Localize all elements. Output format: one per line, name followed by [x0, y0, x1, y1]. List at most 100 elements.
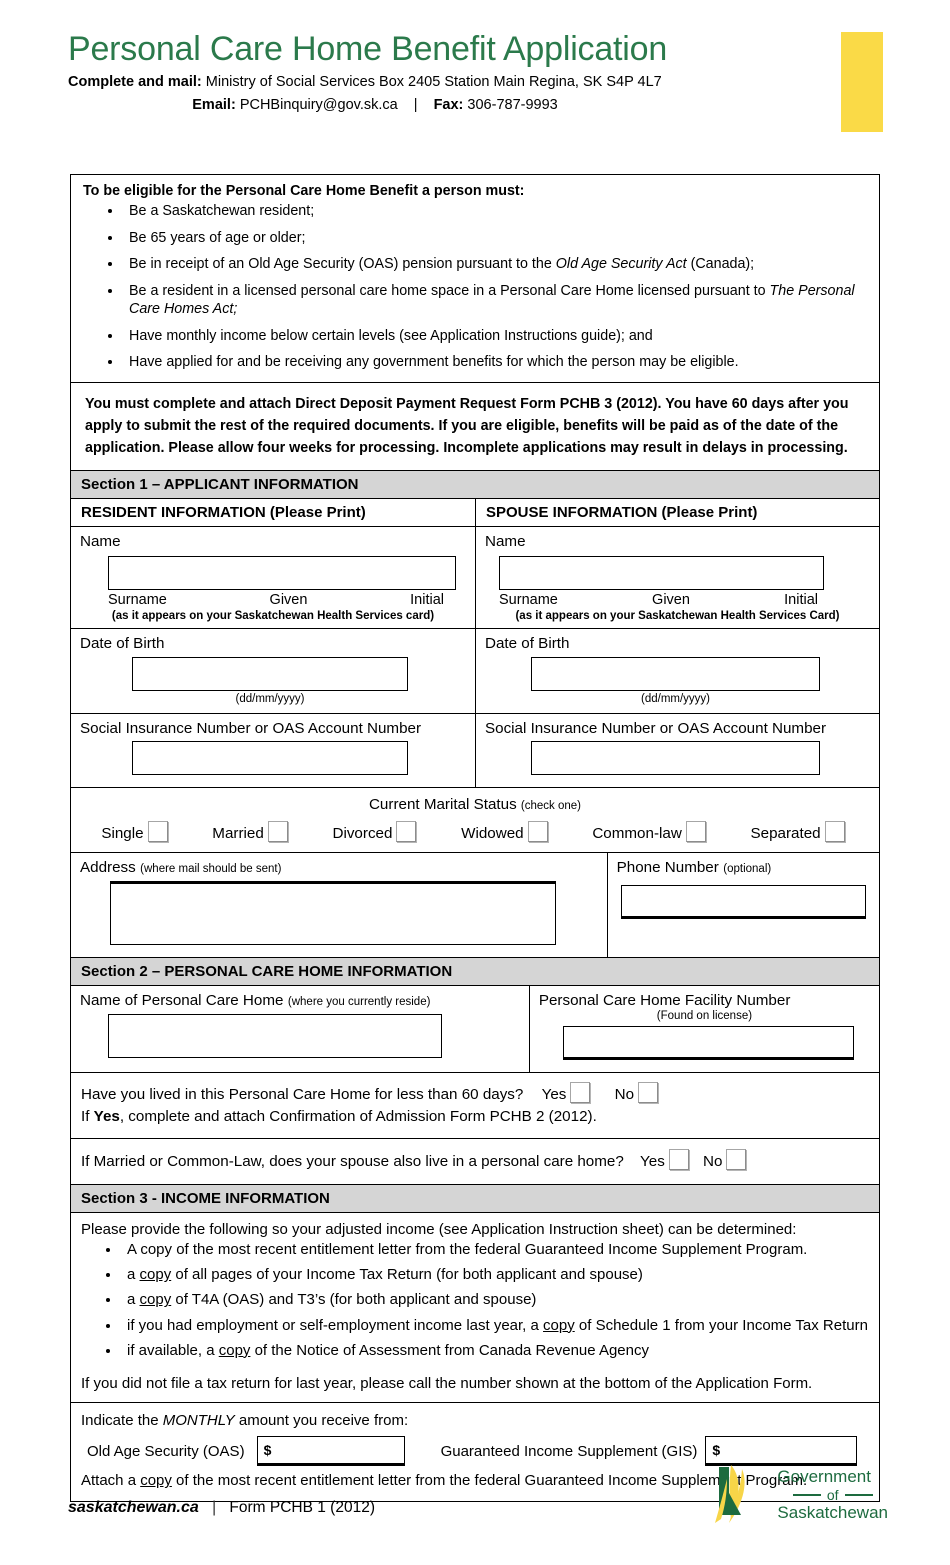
address-label: Address: [80, 858, 136, 876]
spouse-name-input[interactable]: [499, 555, 824, 590]
list-item: Have applied for and be receiving any go…: [123, 353, 869, 372]
question-60-days-text: Have you lived in this Personal Care Hom…: [81, 1085, 524, 1103]
care-home-name-note: (where you currently reside): [287, 995, 431, 1008]
spouse-sin-input[interactable]: [531, 740, 820, 775]
checkbox-widowed[interactable]: [527, 820, 548, 842]
question-60-days-followup: If Yes, complete and attach Confirmation…: [81, 1108, 597, 1126]
checkbox-divorced[interactable]: [396, 820, 417, 842]
fax-label: Fax:: [433, 96, 464, 113]
phone-note: (optional): [723, 862, 772, 875]
checkbox-60-days-no[interactable]: [638, 1081, 659, 1103]
form-id-label: Form PCHB 1 (2012): [229, 1499, 375, 1516]
government-logo-text: Government of Saskatchewan: [777, 1467, 888, 1524]
government-of-saskatchewan-logo: Government of Saskatchewan: [709, 1463, 888, 1527]
initial-label: Initial: [784, 591, 818, 608]
spouse-heading: SPOUSE INFORMATION (Please Print): [486, 503, 758, 521]
income-documents-cell: Please provide the following so your adj…: [71, 1213, 879, 1402]
facility-number-input[interactable]: [562, 1025, 854, 1060]
checkbox-married[interactable]: [267, 820, 288, 842]
section2-heading: Section 2 – PERSONAL CARE HOME INFORMATI…: [71, 957, 879, 985]
phone-label: Phone Number: [616, 858, 719, 876]
spouse-dob-input[interactable]: [531, 656, 820, 691]
surname-label: Surname: [499, 591, 558, 608]
checkbox-separated[interactable]: [824, 820, 845, 842]
given-label: Given: [269, 591, 308, 608]
qspouse-no-label: No: [703, 1153, 723, 1171]
checkbox-spouse-home-no[interactable]: [726, 1149, 747, 1171]
marital-status-note: (check one): [520, 799, 582, 812]
address-note: (where mail should be sent): [140, 862, 282, 875]
fax-value: 306-787-9993: [467, 96, 558, 113]
logo-line-of: of: [777, 1487, 888, 1504]
resident-name-input[interactable]: [108, 555, 456, 590]
footer-text: saskatchewan.ca | Form PCHB 1 (2012): [68, 1499, 375, 1517]
resident-dob-format: (dd/mm/yyyy): [235, 692, 305, 705]
resident-name-sublabels: Surname Given Initial: [108, 592, 444, 608]
surname-label: Surname: [108, 591, 167, 608]
phone-input[interactable]: [620, 884, 866, 919]
resident-dob-label: Date of Birth: [80, 634, 165, 652]
initial-label: Initial: [410, 591, 444, 608]
question-spouse-home-text: If Married or Common-Law, does your spou…: [81, 1153, 624, 1171]
care-home-name-cell: Name of Personal Care Home (where you cu…: [71, 985, 530, 1072]
spouse-card-note: (as it appears on your Saskatchewan Heal…: [515, 609, 840, 622]
care-home-name-input[interactable]: [108, 1013, 442, 1058]
marital-option-divorced[interactable]: Divorced: [333, 820, 421, 842]
list-item: a copy of all pages of your Income Tax R…: [121, 1265, 869, 1285]
question-60-days-line: Have you lived in this Personal Care Hom…: [81, 1081, 869, 1107]
marital-option-married[interactable]: Married: [212, 820, 291, 842]
marital-option-widowed[interactable]: Widowed: [461, 820, 551, 842]
spouse-dob-cell: Date of Birth (dd/mm/yyyy): [476, 629, 879, 713]
section1-box: Section 1 – APPLICANT INFORMATION: [70, 469, 880, 498]
marital-status-title: Current Marital Status: [368, 795, 517, 813]
address-label-line: Address (where mail should be sent): [80, 859, 598, 877]
spouse-dob-label: Date of Birth: [485, 634, 570, 652]
resident-sin-label: Social Insurance Number or OAS Account N…: [80, 719, 422, 737]
spouse-name-label: Name: [485, 532, 526, 550]
section3-heading: Section 3 - INCOME INFORMATION: [71, 1184, 879, 1212]
list-item: Be 65 years of age or older;: [123, 229, 869, 248]
checkbox-common-law[interactable]: [685, 820, 706, 842]
income-documents-list: A copy of the most recent entitlement le…: [81, 1240, 869, 1361]
question-60-days-row: Have you lived in this Personal Care Hom…: [70, 1071, 880, 1139]
section3-box: Section 3 - INCOME INFORMATION: [70, 1183, 880, 1212]
resident-name-cell: Name Surname Given Initial (as it appear…: [71, 526, 476, 628]
list-item: A copy of the most recent entitlement le…: [121, 1240, 869, 1260]
facility-number-label: Personal Care Home Facility Number: [538, 991, 791, 1009]
question-spouse-home-line: If Married or Common-Law, does your spou…: [81, 1149, 869, 1174]
mailing-address-value: Ministry of Social Services Box 2405 Sta…: [205, 73, 662, 90]
phone-label-line: Phone Number (optional): [617, 859, 870, 877]
checkbox-spouse-home-yes[interactable]: [668, 1149, 689, 1171]
care-home-name-label: Name of Personal Care Home: [80, 991, 284, 1009]
phone-cell: Phone Number (optional): [608, 853, 879, 957]
section1-heading: Section 1 – APPLICANT INFORMATION: [71, 470, 879, 498]
contact-line: Email: PCHBinquiry@gov.sk.ca | Fax: 306-…: [0, 95, 950, 116]
notice-box: You must complete and attach Direct Depo…: [70, 382, 880, 470]
list-item: if you had employment or self-employment…: [121, 1316, 869, 1336]
list-item: if available, a copy of the Notice of As…: [121, 1341, 869, 1361]
resident-dob-cell: Date of Birth (dd/mm/yyyy): [71, 628, 476, 713]
resident-sin-cell: Social Insurance Number or OAS Account N…: [71, 713, 476, 787]
name-row: Name Surname Given Initial (as it appear…: [70, 525, 880, 628]
address-cell: Address (where mail should be sent): [71, 852, 608, 957]
notice-text: You must complete and attach Direct Depo…: [85, 396, 849, 457]
address-input[interactable]: [110, 880, 556, 945]
resident-sin-input[interactable]: [132, 740, 408, 775]
income-intro: Please provide the following so your adj…: [81, 1220, 797, 1238]
resident-heading: RESIDENT INFORMATION (Please Print): [71, 498, 476, 526]
facility-number-cell: Personal Care Home Facility Number (Foun…: [530, 986, 879, 1072]
marital-option-commonlaw[interactable]: Common-law: [592, 820, 709, 842]
sin-row: Social Insurance Number or OAS Account N…: [70, 712, 880, 787]
facility-number-note: (Found on license): [656, 1009, 753, 1022]
checkbox-single[interactable]: [147, 820, 168, 842]
list-item: Be a resident in a licensed personal car…: [123, 282, 869, 319]
eligibility-list: Be a Saskatchewan resident; Be 65 years …: [83, 202, 869, 372]
resident-dob-input[interactable]: [132, 656, 408, 691]
spouse-name-cell: Name Surname Given Initial (as it appear…: [476, 527, 879, 628]
marital-status-row: Current Marital Status (check one) Singl…: [70, 786, 880, 852]
marital-option-single[interactable]: Single: [101, 820, 171, 842]
q60-yes-label: Yes: [541, 1085, 567, 1103]
income-footnote: If you did not file a tax return for las…: [81, 1375, 813, 1393]
marital-option-separated[interactable]: Separated: [751, 820, 849, 842]
checkbox-60-days-yes[interactable]: [570, 1081, 591, 1103]
